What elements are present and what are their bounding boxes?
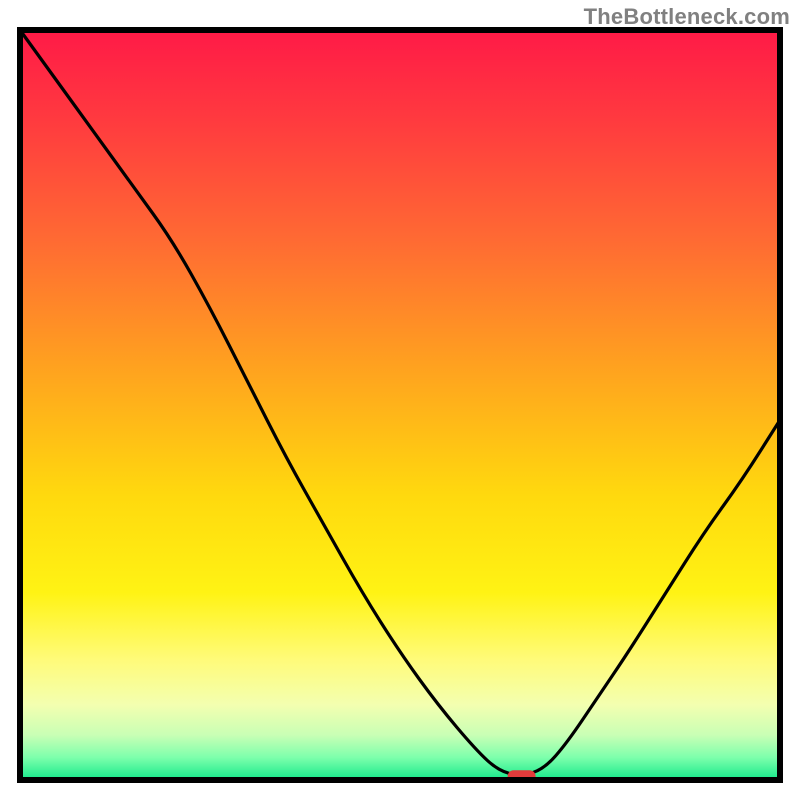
plot-background xyxy=(20,30,780,780)
chart-stage: TheBottleneck.com xyxy=(0,0,800,800)
watermark-text: TheBottleneck.com xyxy=(584,4,790,30)
bottleneck-chart xyxy=(0,0,800,800)
